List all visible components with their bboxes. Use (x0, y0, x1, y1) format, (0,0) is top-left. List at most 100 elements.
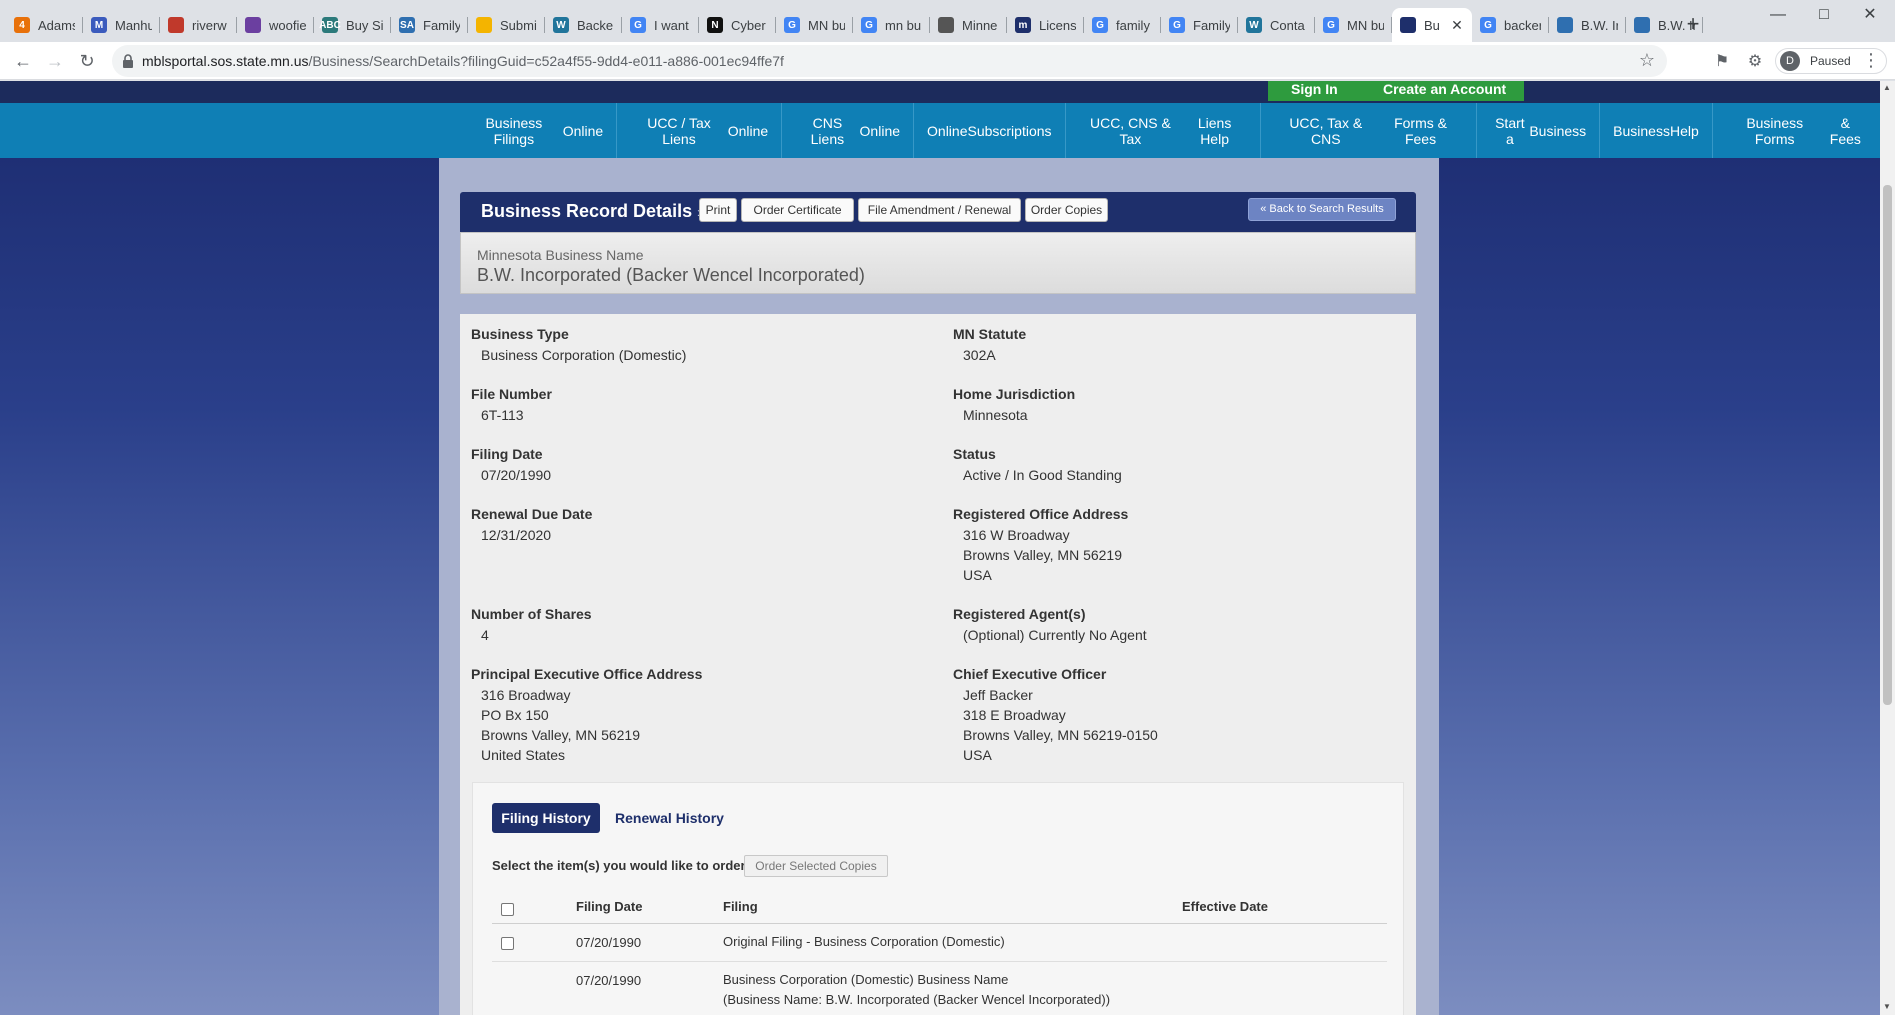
back-to-search-button[interactable]: « Back to Search Results (1248, 198, 1396, 221)
create-account-link[interactable]: Create an Account (1383, 81, 1506, 97)
url-text: mblsportal.sos.state.mn.us/Business/Sear… (142, 53, 784, 69)
page-scrollbar[interactable]: ▲ ▼ (1880, 81, 1895, 1015)
browser-tab[interactable]: Minne (930, 8, 1007, 42)
nav-item-line2: Online (859, 122, 901, 139)
profile-status: Paused (1810, 54, 1851, 68)
tab-list: 4 Adams M Manhu riverw woofie ABC Buy Sil SA Fami… (6, 8, 1703, 42)
detail-field-value: Browns Valley, MN 56219 (481, 727, 640, 743)
order-copies-button[interactable]: Order Copies (1025, 198, 1108, 222)
tab-close-icon[interactable]: ✕ (1448, 16, 1466, 34)
browser-menu-icon[interactable]: ⋮ (1862, 50, 1880, 71)
detail-field-label: Status (953, 446, 996, 462)
select-all-checkbox[interactable] (501, 903, 514, 916)
browser-tab[interactable]: m Licens (1007, 8, 1084, 42)
browser-tab[interactable]: W Conta (1238, 8, 1315, 42)
maximize-icon[interactable]: □ (1801, 0, 1847, 30)
browser-tab[interactable]: N Cyber (699, 8, 776, 42)
sign-in-link[interactable]: Sign In (1291, 81, 1338, 97)
extensions-puzzle-icon[interactable]: ⚙ (1745, 52, 1765, 72)
tab-favicon-icon (1400, 17, 1416, 33)
minimize-icon[interactable]: — (1755, 0, 1801, 30)
close-window-icon[interactable]: ✕ (1847, 0, 1893, 30)
order-certificate-button[interactable]: Order Certificate (741, 198, 854, 222)
new-tab-button[interactable]: + (1680, 12, 1706, 38)
record-details: Business Type Business Corporation (Domes… (460, 314, 1416, 1015)
browser-tab[interactable]: SA Family (391, 8, 468, 42)
forward-arrow-icon[interactable]: → (40, 46, 70, 76)
tab-label: Family (423, 17, 460, 33)
extension-icon[interactable]: ⚑ (1712, 52, 1732, 72)
detail-field: Registered Agent(s) (Optional) Currently … (953, 606, 1147, 645)
tab-favicon-icon: M (91, 17, 107, 33)
detail-field: Status Active / In Good Standing (953, 446, 1122, 485)
detail-field-value: 4 (481, 627, 489, 643)
tab-label: I want (654, 17, 689, 33)
nav-item-line1: CNS Liens (810, 114, 845, 147)
nav-item-line2: Subscriptions (967, 122, 1052, 139)
nav-item[interactable]: Business Filings Online (452, 103, 618, 158)
browser-tab[interactable]: riverw (160, 8, 237, 42)
browser-tab[interactable]: G Family (1161, 8, 1238, 42)
file-amendment-button[interactable]: File Amendment / Renewal (858, 198, 1021, 222)
detail-field: Filing Date 07/20/1990 (471, 446, 551, 485)
tab-label: Minne (962, 17, 998, 33)
tab-favicon-icon: 4 (14, 17, 30, 33)
detail-field: MN Statute 302A (953, 326, 1026, 365)
bookmark-star-icon[interactable]: ☆ (1639, 50, 1655, 71)
account-bar: Sign In Create an Account (1268, 81, 1524, 101)
browser-tab[interactable]: G MN bu (776, 8, 853, 42)
browser-tab[interactable]: ABC Buy Sil (314, 8, 391, 42)
nav-item[interactable]: Business Help (1600, 103, 1713, 158)
browser-tab[interactable]: Gfamily (1084, 8, 1161, 42)
browser-tab[interactable]: Gmn bu (853, 8, 930, 42)
tab-label: B.W. Ir (1581, 17, 1618, 33)
nav-item[interactable]: Business Forms & Fees (1713, 103, 1880, 158)
browser-tab[interactable]: M Manhu (83, 8, 160, 42)
tab-label: Cyber (731, 17, 766, 33)
business-name-label: Minnesota Business Name (477, 247, 644, 263)
tab-favicon-icon: G (1480, 17, 1496, 33)
browser-tab[interactable]: Gbacker (1472, 8, 1549, 42)
tab-label: Family (1193, 17, 1230, 33)
order-selected-copies-button[interactable]: Order Selected Copies (744, 855, 888, 877)
browser-tab[interactable]: G I want (622, 8, 699, 42)
table-header: Filing Date Filing Effective Date (492, 891, 1387, 924)
tab-filing-history[interactable]: Filing History (492, 803, 600, 833)
browser-tab[interactable]: Bu ✕ (1392, 8, 1472, 42)
print-button[interactable]: Print (699, 198, 737, 222)
tab-label: family (1116, 17, 1150, 33)
browser-tab[interactable]: 4 Adams (6, 8, 83, 42)
browser-tab[interactable]: B.W. Ir (1549, 8, 1626, 42)
address-bar[interactable]: mblsportal.sos.state.mn.us/Business/Sear… (112, 45, 1667, 77)
detail-field-value: PO Bx 150 (481, 707, 549, 723)
row-checkbox[interactable] (501, 937, 514, 950)
nav-item-line2: Online (562, 122, 604, 139)
browser-tab[interactable]: W Backer (545, 8, 622, 42)
nav-item[interactable]: UCC, CNS & Tax Liens Help (1066, 103, 1261, 158)
reload-icon[interactable]: ↻ (72, 46, 102, 76)
detail-field-value: (Optional) Currently No Agent (963, 627, 1147, 643)
detail-field-value: Browns Valley, MN 56219 (963, 547, 1122, 563)
url-host: mblsportal.sos.state.mn.us (142, 53, 309, 69)
tab-renewal-history[interactable]: Renewal History (615, 803, 724, 833)
nav-item[interactable]: Online Subscriptions (914, 103, 1066, 158)
detail-field-label: Home Jurisdiction (953, 386, 1076, 402)
tab-label: Manhu (115, 17, 152, 33)
browser-tab[interactable]: woofie (237, 8, 314, 42)
detail-field-label: Chief Executive Officer (953, 666, 1107, 682)
tab-label: Buy Sil (346, 17, 383, 33)
column-filing-date: Filing Date (576, 899, 643, 914)
scroll-up-icon[interactable]: ▲ (1883, 83, 1891, 92)
browser-tab[interactable]: G MN bu (1315, 8, 1392, 42)
cell-filing-line: Original Filing - Business Corporation (… (723, 934, 1005, 949)
nav-item[interactable]: Start a Business (1477, 103, 1601, 158)
back-arrow-icon[interactable]: ← (8, 46, 38, 76)
detail-field-label: Business Type (471, 326, 569, 342)
nav-item[interactable]: CNS Liens Online (782, 103, 915, 158)
nav-item[interactable]: UCC / Tax Liens Online (617, 103, 783, 158)
nav-item[interactable]: UCC, Tax & CNS Forms & Fees (1261, 103, 1478, 158)
scrollbar-thumb[interactable] (1883, 185, 1892, 705)
nav-item-line1: Start a (1495, 114, 1525, 147)
scroll-down-icon[interactable]: ▼ (1883, 1002, 1891, 1011)
browser-tab[interactable]: Submi (468, 8, 545, 42)
